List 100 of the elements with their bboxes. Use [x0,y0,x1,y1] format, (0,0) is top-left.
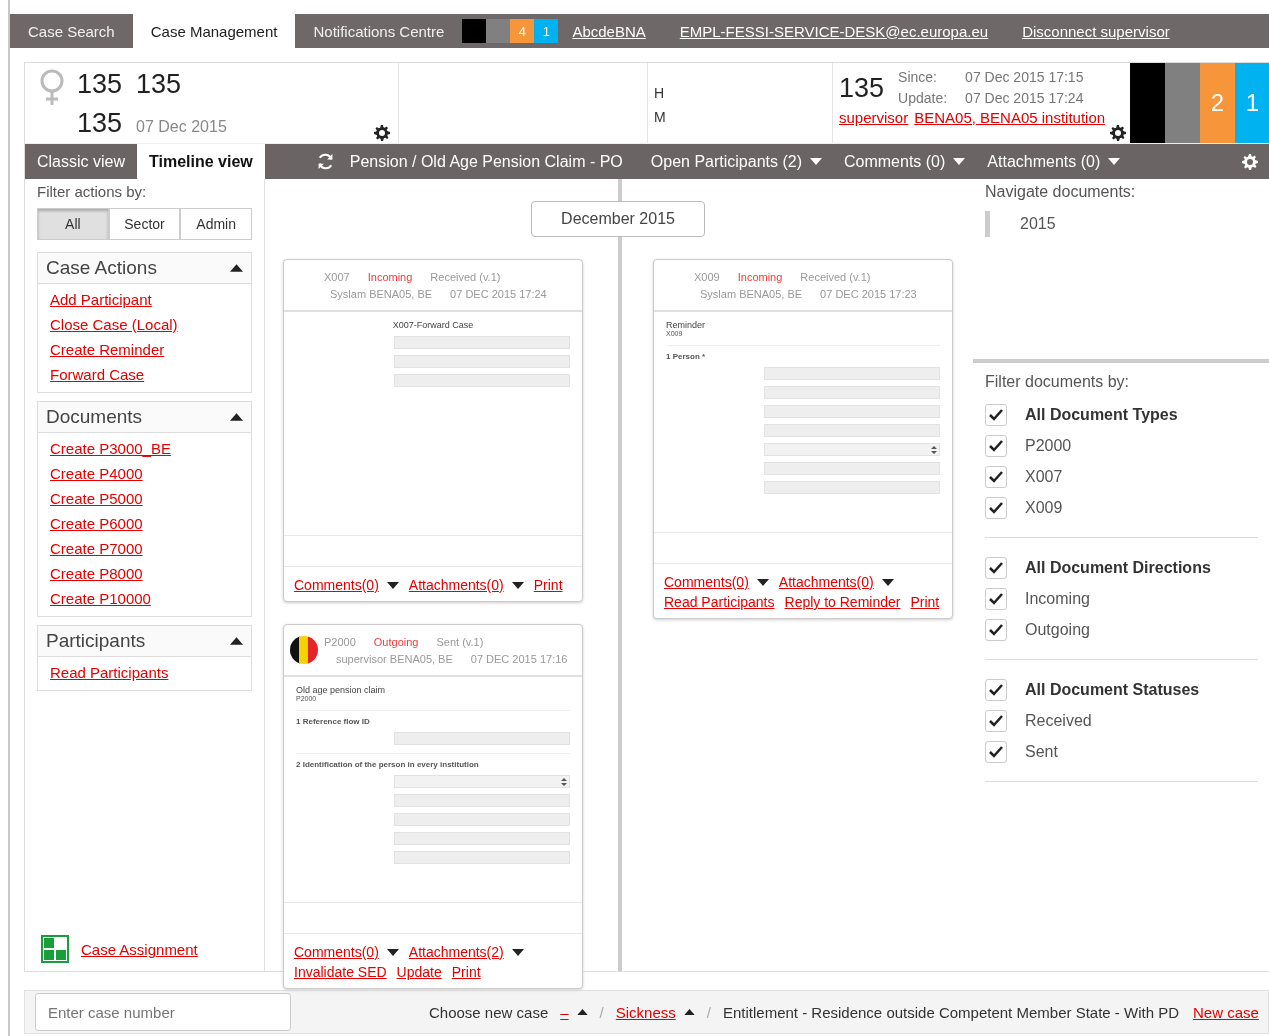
settings-icon[interactable] [1110,125,1126,141]
settings-icon[interactable] [374,125,390,141]
document-sender: Syslam BENA05, BE [700,287,803,300]
checkbox[interactable] [985,434,1007,457]
collapse-icon[interactable] [230,637,243,645]
checkbox[interactable] [985,678,1007,701]
refresh-icon[interactable] [316,153,334,170]
checkbox[interactable] [985,740,1007,763]
view-tab[interactable]: Timeline view [137,144,265,179]
collapse-icon[interactable] [230,413,243,421]
form-section-heading: 1 Reference flow ID [296,710,570,726]
check-icon [989,592,1003,605]
filter-option: All Document Statuses [1025,680,1200,699]
dropdown-link[interactable]: Comments(0) [294,577,379,593]
checkbox[interactable] [985,465,1007,488]
checkbox[interactable] [985,496,1007,519]
dropdown-link[interactable]: Comments(0) [294,944,379,960]
checkbox[interactable] [985,618,1007,641]
collapse-icon[interactable] [230,264,243,272]
filter-button[interactable]: Sector [108,208,181,240]
action-link[interactable]: Read Participants [50,664,239,681]
filter-option: P2000 [1025,436,1072,455]
action-link[interactable]: Forward Case [50,366,239,383]
case-id: 135 [839,72,885,104]
status-badge: 4 [510,19,535,43]
filter-option: Incoming [1025,589,1090,608]
year-item[interactable]: 2015 [985,211,1258,237]
checkbox[interactable] [985,709,1007,732]
assignment-icon [41,935,69,963]
header-link[interactable]: EMPL-FESSI-SERVICE-DESK@ec.europa.eu [679,22,989,40]
header-link[interactable]: Disconnect supervisor [1022,22,1170,40]
caret-icon[interactable] [881,578,894,586]
new-case-link[interactable]: New case [1193,1003,1259,1021]
flag-icon [290,636,318,664]
form-title: X007-Forward Case [391,320,475,330]
update-value: 07 Dec 2015 17:24 [965,90,1084,107]
filter-option: Received [1025,711,1092,730]
action-link[interactable]: Read Participants [664,594,775,610]
panel-title: Participants [46,630,146,652]
action-link[interactable]: Close Case (Local) [50,316,239,333]
checkbox[interactable] [985,556,1007,579]
action-link[interactable]: Create P6000 [50,515,239,532]
action-link[interactable]: Create P4000 [50,465,239,482]
filter-button[interactable]: All [37,208,109,240]
code-label: H [654,84,666,103]
nav-tab[interactable]: Case Search [10,14,133,48]
caret-icon[interactable] [386,581,399,589]
checkbox[interactable] [985,587,1007,610]
document-status: Sent (v.1) [436,635,484,648]
action-link[interactable]: Create P10000 [50,590,239,607]
toolbar-menu[interactable]: Attachments (0) [987,152,1121,171]
toolbar-menu[interactable]: Comments (0) [844,152,966,171]
toolbar-menu[interactable]: Open Participants (2) [650,152,822,171]
document-date: 07 DEC 2015 17:23 [820,287,917,300]
caret-icon[interactable] [756,578,769,586]
nav-tab[interactable]: Notifications Centre [295,14,463,48]
nav-tab[interactable]: Case Management [132,14,296,48]
dropdown-link[interactable]: Attachments(0) [778,574,874,590]
dropdown-link[interactable]: Comments(0) [664,574,749,590]
breadcrumb-separator: / [599,1003,604,1021]
action-link[interactable]: Print [910,594,940,610]
action-link[interactable]: Create P5000 [50,490,239,507]
action-link[interactable]: Print [451,964,481,980]
caret-icon[interactable] [683,1009,695,1015]
panel-title: Documents [46,406,143,428]
filter-button[interactable]: Admin [180,208,252,240]
filter-option: Sent [1025,742,1058,761]
caret-icon[interactable] [576,1009,588,1015]
document-date: 07 DEC 2015 17:24 [450,287,547,300]
caret-icon[interactable] [511,948,524,956]
person-name: 135 [136,69,182,100]
owner-link[interactable]: supervisor [839,109,909,126]
action-link[interactable]: Invalidate SED [294,964,387,980]
case-number-field[interactable]: Enter case number [35,993,291,1031]
caret-icon[interactable] [511,581,524,589]
assignment-link[interactable]: Case Assignment [81,940,198,958]
check-icon [989,714,1003,727]
breadcrumb-link[interactable]: Sickness [615,1003,676,1021]
check-icon [989,623,1003,636]
caret-icon[interactable] [386,948,399,956]
action-link[interactable]: Update [396,964,442,980]
form-section-heading: 1 Person * [666,345,940,361]
dropdown-link[interactable]: Attachments(2) [408,944,504,960]
action-link[interactable]: Reply to Reminder [784,594,901,610]
action-link[interactable]: Add Participant [50,291,239,308]
birth-date: 07 Dec 2015 [136,118,227,136]
checkbox[interactable] [985,403,1007,426]
dropdown-link[interactable]: Attachments(0) [408,577,504,593]
action-link[interactable]: Create P7000 [50,540,239,557]
action-link[interactable]: Create Reminder [50,341,239,358]
header-link[interactable]: AbcdeBNA [572,22,646,40]
person-name: 135 [77,69,123,100]
document-status: Received (v.1) [430,270,501,283]
breadcrumb-link[interactable]: – [560,1003,569,1021]
action-link[interactable]: Print [533,577,563,593]
owner-link[interactable]: BENA05, BENA05 institution [914,109,1106,126]
action-link[interactable]: Create P8000 [50,565,239,582]
check-icon [989,683,1003,696]
action-link[interactable]: Create P3000_BE [50,440,239,457]
female-icon [39,69,65,107]
